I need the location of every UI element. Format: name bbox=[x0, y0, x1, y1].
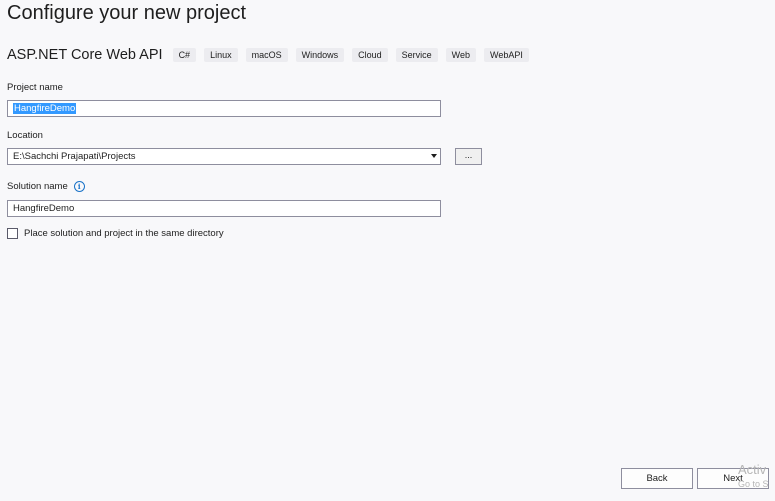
tag-linux: Linux bbox=[204, 48, 238, 62]
project-name-label: Project name bbox=[7, 82, 63, 93]
location-combobox[interactable]: E:\Sachchi Prajapati\Projects bbox=[7, 148, 441, 165]
solution-name-value: HangfireDemo bbox=[13, 203, 75, 214]
tag-csharp: C# bbox=[172, 48, 197, 62]
tag-service: Service bbox=[395, 48, 438, 62]
page-title: Configure your new project bbox=[7, 2, 247, 24]
template-header: ASP.NET Core Web API C# Linux macOS Wind… bbox=[7, 45, 537, 65]
solution-name-label: Solution name bbox=[7, 181, 68, 192]
location-label: Location bbox=[7, 130, 43, 141]
project-name-value: HangfireDemo bbox=[13, 103, 77, 114]
watermark-line-2: Go to S bbox=[738, 479, 769, 489]
same-directory-option[interactable]: Place solution and project in the same d… bbox=[7, 228, 224, 239]
chevron-down-icon[interactable] bbox=[431, 154, 437, 158]
solution-name-input[interactable]: HangfireDemo bbox=[7, 200, 441, 217]
same-directory-label: Place solution and project in the same d… bbox=[24, 228, 224, 239]
tag-cloud: Cloud bbox=[352, 48, 388, 62]
browse-button[interactable]: ... bbox=[455, 148, 482, 165]
location-value: E:\Sachchi Prajapati\Projects bbox=[13, 151, 136, 162]
project-name-input[interactable]: HangfireDemo bbox=[7, 100, 441, 117]
tag-macos: macOS bbox=[245, 48, 288, 62]
activation-watermark: Activ Go to S bbox=[738, 463, 769, 491]
template-name: ASP.NET Core Web API bbox=[7, 47, 163, 63]
tag-windows: Windows bbox=[295, 48, 345, 62]
same-directory-checkbox[interactable] bbox=[7, 228, 18, 239]
info-icon[interactable]: i bbox=[73, 181, 85, 192]
tag-web: Web bbox=[445, 48, 476, 62]
solution-name-label-row: Solution name i bbox=[7, 181, 85, 192]
watermark-line-1: Activ bbox=[738, 462, 767, 477]
tag-webapi: WebAPI bbox=[484, 48, 529, 62]
back-button[interactable]: Back bbox=[621, 468, 693, 489]
